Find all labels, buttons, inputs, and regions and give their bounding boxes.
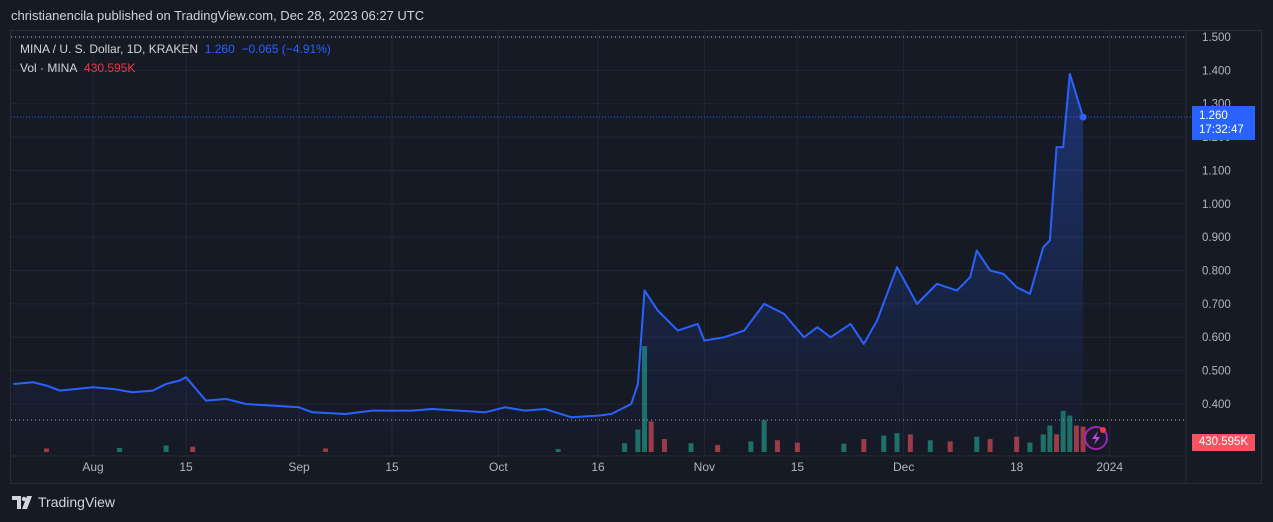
y-tick-label: 0.800 [1202, 266, 1231, 278]
x-tick-label: 18 [1010, 460, 1024, 474]
y-tick-label: 1.400 [1202, 65, 1231, 77]
symbol-title[interactable]: MINA / U. S. Dollar, 1D, KRAKEN [20, 42, 198, 56]
x-tick-label: Nov [694, 460, 715, 474]
x-tick-label: 15 [179, 460, 193, 474]
y-tick-label: 0.700 [1202, 299, 1231, 311]
y-tick-label: 0.500 [1202, 366, 1231, 378]
bar-countdown: 17:32:47 [1199, 124, 1244, 136]
y-tick-label: 0.400 [1202, 399, 1231, 411]
last-price-dot [1079, 113, 1087, 121]
volume-tag: 430.595K [1192, 434, 1255, 451]
price-chart[interactable]: 1.5001.4001.3001.2001.1001.0000.9000.800… [0, 0, 1273, 522]
price-tag: 1.260 17:32:47 [1192, 106, 1255, 140]
x-tick-label: Aug [82, 460, 103, 474]
x-tick-label: Dec [893, 460, 914, 474]
x-tick-label: 2024 [1096, 460, 1123, 474]
chart-legend: MINA / U. S. Dollar, 1D, KRAKEN 1.260 −0… [20, 40, 331, 78]
price-tag-value: 1.260 [1199, 110, 1228, 122]
y-tick-label: 0.900 [1202, 232, 1231, 244]
last-price: 1.260 [204, 42, 235, 56]
y-tick-label: 1.000 [1202, 199, 1231, 211]
brand-name: TradingView [38, 494, 116, 510]
price-change: −0.065 (−4.91%) [241, 42, 331, 56]
volume-label: Vol · MINA [20, 61, 78, 75]
x-tick-label: 16 [591, 460, 605, 474]
x-tick-label: 15 [791, 460, 805, 474]
x-tick-label: 15 [385, 460, 399, 474]
y-tick-label: 1.500 [1202, 32, 1231, 44]
notification-dot-icon [1100, 427, 1106, 433]
y-tick-label: 1.100 [1202, 165, 1231, 177]
x-tick-label: Sep [288, 460, 310, 474]
tradingview-logo[interactable]: TradingView [12, 494, 115, 510]
volume-value: 430.595K [84, 61, 136, 75]
price-area [13, 73, 1084, 453]
y-tick-label: 0.600 [1202, 332, 1231, 344]
x-tick-label: Oct [489, 460, 508, 474]
tradingview-logo-icon [12, 495, 32, 509]
